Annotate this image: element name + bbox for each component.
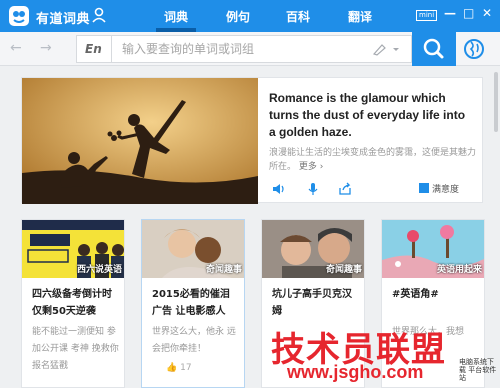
search-input[interactable] — [112, 35, 412, 63]
card-category: 奇闻趣事 — [325, 265, 362, 275]
watermark-small: 电脑系统下载 平台软件站 — [459, 358, 497, 382]
app-title: 有道词典 — [36, 12, 91, 27]
maximize-button[interactable]: □ — [463, 6, 474, 20]
card-category: 西六说英语 — [76, 265, 122, 275]
article-card[interactable]: 西六说英语 四六级备考倒计时 仅剩50天逆袭 能不能过一测便知 参加公开课 考神… — [21, 219, 125, 388]
title-bar: 有道词典 词典 例句 百科 翻译 mini — □ ✕ — [0, 0, 500, 32]
hug-photo-image: 奇闻趣事 — [142, 220, 244, 278]
satisfaction-checkbox[interactable] — [419, 183, 429, 193]
card-category: 奇闻趣事 — [205, 265, 242, 275]
cet-course-image: 西六说英语 — [22, 220, 124, 278]
share-icon[interactable] — [338, 182, 352, 196]
tab-dictionary[interactable]: 词典 — [164, 8, 188, 25]
back-arrow-icon[interactable]: ← — [10, 40, 22, 56]
card-title: 四六级备考倒计时 仅剩50天逆袭 — [32, 289, 112, 317]
search-button[interactable] — [412, 32, 456, 66]
card-title: 坑儿子高手贝克汉 姆 — [272, 289, 352, 317]
tab-encyclopedia[interactable]: 百科 — [286, 8, 310, 25]
close-button[interactable]: ✕ — [482, 6, 492, 20]
language-selector[interactable]: En — [76, 35, 112, 63]
search-bar: ← → En — [0, 32, 500, 66]
card-title: #英语角# — [392, 289, 439, 300]
tab-examples[interactable]: 例句 — [226, 8, 250, 25]
dancing-silhouette-image — [22, 78, 258, 204]
like-count[interactable]: 👍 17 — [166, 363, 192, 373]
youdao-logo-icon — [9, 6, 29, 26]
scrollbar[interactable] — [494, 72, 498, 132]
user-icon[interactable] — [92, 7, 106, 23]
mini-mode-button[interactable]: mini — [416, 10, 438, 21]
card-category: 英语用起来 — [436, 265, 482, 275]
like-value: 17 — [180, 363, 192, 373]
handwriting-icon[interactable] — [372, 42, 402, 56]
satisfaction-label: 满意度 — [432, 185, 460, 195]
card-description: 能不能过一测便知 参加公开课 考神 挽救你 报名猛戳 — [32, 327, 119, 371]
minimize-button[interactable]: — — [444, 6, 456, 20]
microphone-icon[interactable] — [306, 182, 320, 196]
search-icon — [423, 38, 444, 59]
article-card[interactable]: 奇闻趣事 2015必看的催泪 广告 让电影感人 世界这么大，他永 远会把你牵挂！… — [141, 219, 245, 388]
tab-translate[interactable]: 翻译 — [348, 8, 372, 25]
travel-illustration-image: 英语用起来 — [382, 220, 484, 278]
globe-icon[interactable] — [462, 37, 486, 61]
beckham-photo-image: 奇闻趣事 — [262, 220, 364, 278]
card-description: 世界这么大，他永 远会把你牵挂！ — [152, 327, 236, 354]
chinese-translation: 浪漫能让生活的尘埃变成金色的雾霭，这便是其魅力所在。 更多 › — [269, 146, 479, 174]
thumbs-up-icon: 👍 — [166, 363, 178, 373]
english-quote: Romance is the glamour which turns the d… — [269, 91, 466, 139]
card-title: 2015必看的催泪 广告 让电影感人 — [152, 289, 230, 317]
daily-sentence-card[interactable]: Romance is the glamour which turns the d… — [21, 77, 483, 204]
speaker-icon[interactable] — [272, 182, 286, 196]
watermark-url: www.jsgho.com — [287, 362, 424, 382]
language-label: En — [85, 42, 102, 56]
more-link[interactable]: 更多 › — [299, 162, 323, 172]
forward-arrow-icon[interactable]: → — [40, 40, 52, 56]
